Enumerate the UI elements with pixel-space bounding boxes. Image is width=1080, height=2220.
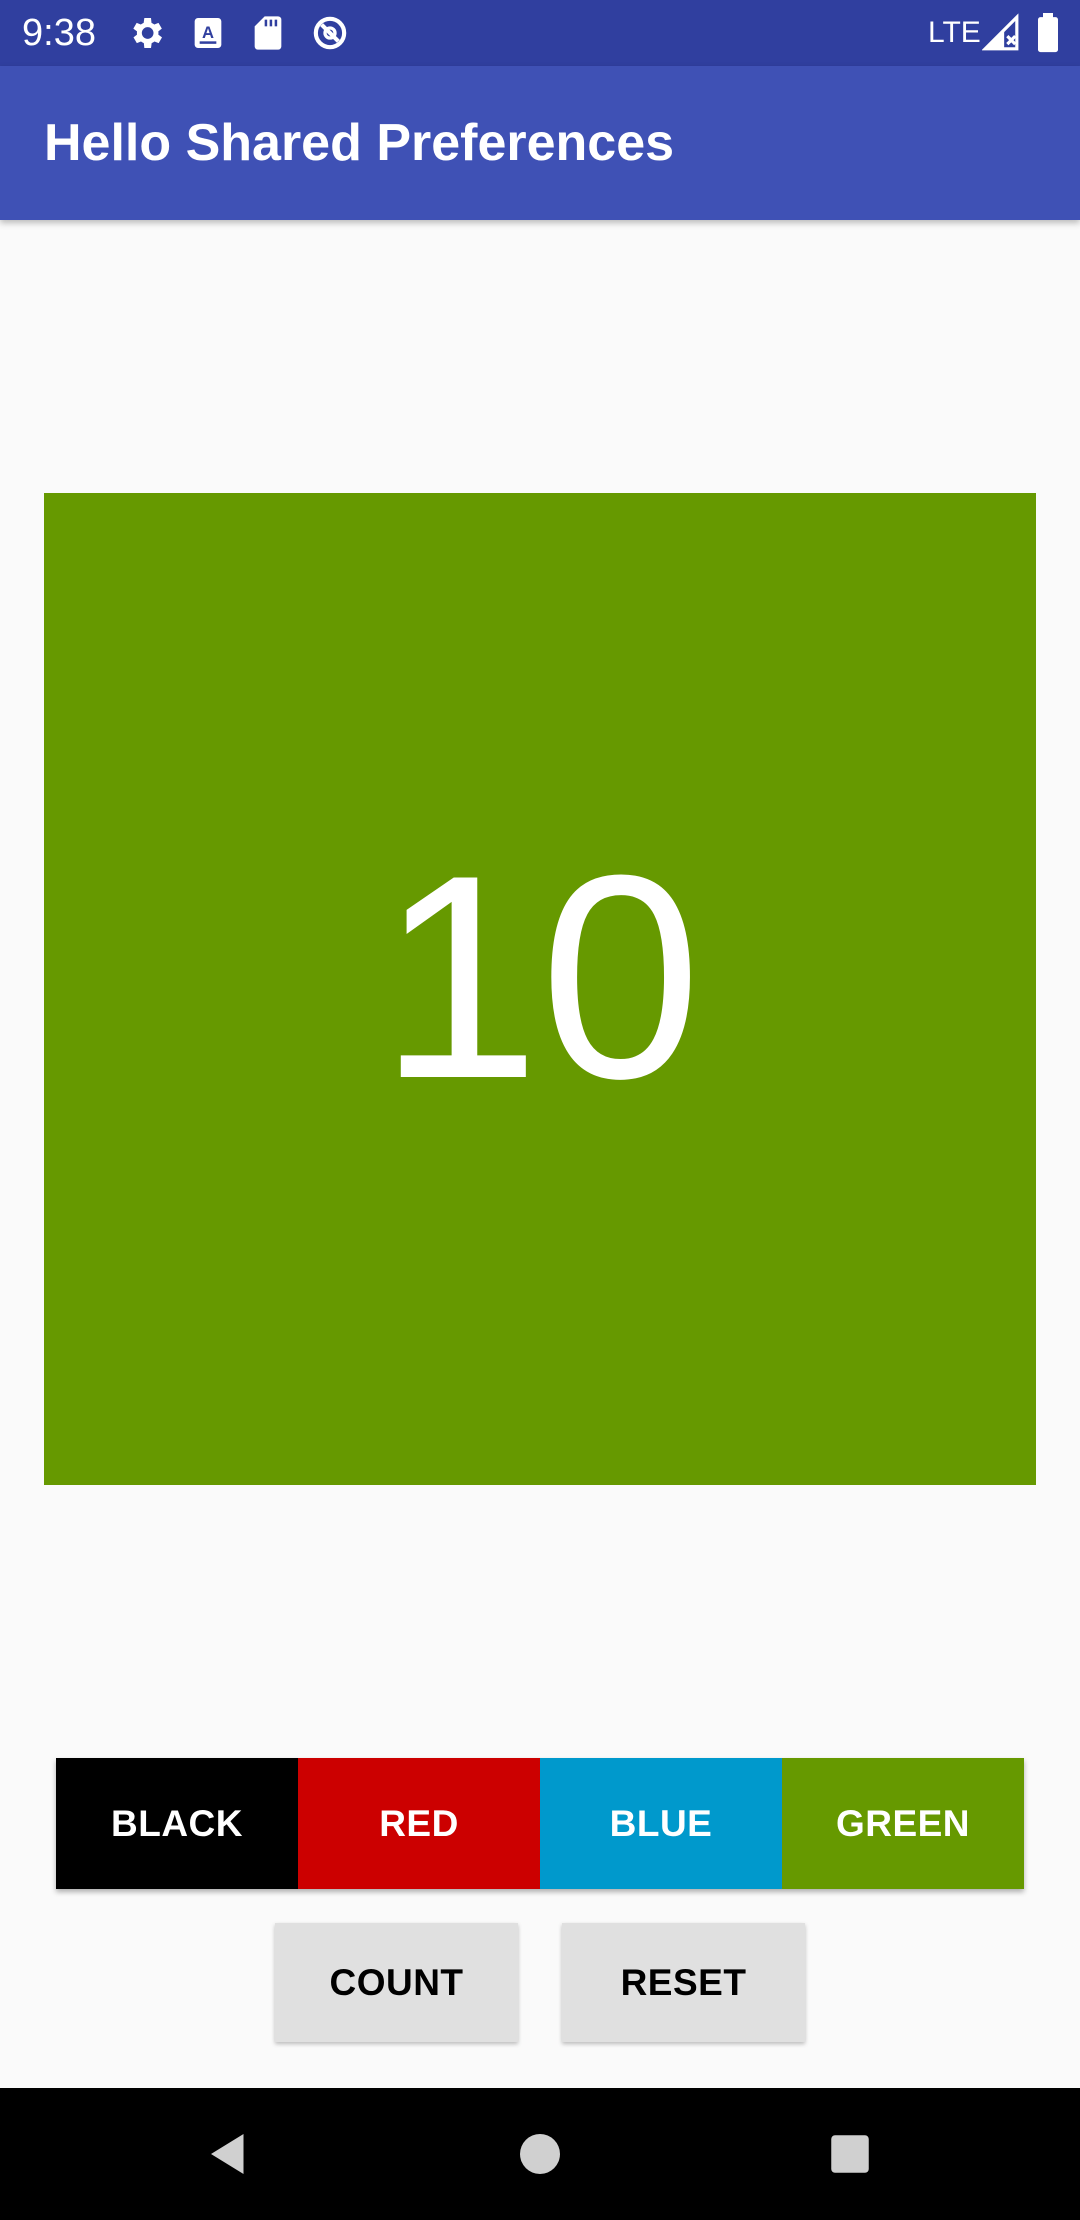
- keyboard-icon: A: [194, 18, 222, 48]
- status-bar: 9:38 A LTE: [0, 0, 1080, 66]
- sync-icon: [313, 16, 347, 50]
- reset-button[interactable]: RESET: [562, 1923, 805, 2042]
- gear-icon: [133, 18, 162, 48]
- battery-icon: [1038, 13, 1058, 53]
- count-value: 10: [378, 815, 702, 1139]
- count-display: 10: [44, 493, 1036, 1485]
- black-button[interactable]: BLACK: [56, 1758, 298, 1889]
- svg-text:A: A: [202, 23, 214, 42]
- status-time: 9:38: [22, 12, 96, 54]
- red-button[interactable]: RED: [298, 1758, 540, 1889]
- blue-button[interactable]: BLUE: [540, 1758, 782, 1889]
- app-bar: Hello Shared Preferences: [0, 66, 1080, 220]
- signal-icon: [982, 13, 1019, 51]
- sd-card-icon: [254, 16, 282, 50]
- color-button-row: BLACK RED BLUE GREEN: [56, 1758, 1024, 1889]
- navigation-bar: [0, 2088, 1080, 2220]
- back-icon[interactable]: [196, 2124, 256, 2184]
- count-button[interactable]: COUNT: [275, 1923, 518, 2042]
- app-title: Hello Shared Preferences: [44, 114, 675, 172]
- home-icon[interactable]: [510, 2124, 570, 2184]
- recents-icon[interactable]: [820, 2124, 880, 2184]
- network-type: LTE: [928, 16, 981, 49]
- green-button[interactable]: GREEN: [782, 1758, 1024, 1889]
